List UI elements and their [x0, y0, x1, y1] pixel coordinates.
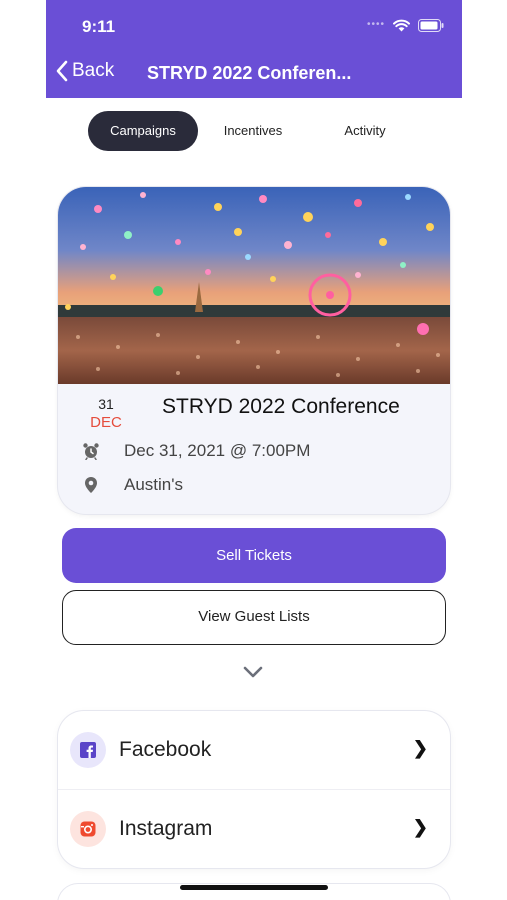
page-title: STRYD 2022 Conferen... — [147, 63, 352, 83]
nav-header: 9:11 •••• Back STRYD 2022 Conferen... — [46, 0, 462, 98]
event-datetime: Dec 31, 2021 @ 7:00PM — [124, 441, 311, 460]
social-row-instagram[interactable]: Instagram ❯ — [58, 789, 450, 868]
back-label: Back — [72, 60, 115, 81]
battery-icon — [418, 18, 444, 32]
view-guest-lists-button[interactable]: View Guest Lists — [62, 590, 446, 645]
instagram-icon — [70, 811, 106, 847]
segment-tabs: Campaigns Incentives Activity — [46, 111, 462, 151]
event-card[interactable]: 31 DEC STRYD 2022 Conference Dec 31, 202… — [58, 187, 450, 514]
status-time: 9:11 — [82, 17, 116, 36]
home-indicator[interactable] — [180, 885, 328, 890]
event-image — [58, 187, 450, 384]
event-title: STRYD 2022 Conference — [162, 395, 400, 418]
location-pin-icon — [82, 476, 100, 494]
wifi-icon — [393, 19, 410, 32]
chevron-right-icon: ❯ — [412, 817, 428, 837]
chevron-down-icon — [243, 666, 263, 678]
event-date-day: 31 — [98, 396, 114, 412]
tab-activity[interactable]: Activity — [310, 111, 420, 151]
event-date-month: DEC — [90, 414, 122, 431]
event-datetime-row: Dec 31, 2021 @ 7:00PM — [82, 441, 310, 460]
alarm-clock-icon — [82, 442, 100, 460]
back-button[interactable]: Back — [56, 60, 114, 82]
sell-tickets-button[interactable]: Sell Tickets — [62, 528, 446, 583]
facebook-icon — [70, 732, 106, 768]
chevron-left-icon — [56, 60, 68, 82]
status-icons: •••• — [367, 18, 444, 32]
social-label-facebook: Facebook — [119, 738, 212, 761]
tab-campaigns[interactable]: Campaigns — [88, 111, 198, 151]
social-row-facebook[interactable]: Facebook ❯ — [58, 711, 450, 789]
expand-button[interactable] — [242, 665, 264, 684]
event-location-row: Austin's — [82, 475, 183, 494]
chevron-right-icon: ❯ — [412, 738, 428, 758]
app-screen: 9:11 •••• Back STRYD 2022 Conferen... Ca… — [46, 0, 462, 900]
signal-icon: •••• — [366, 19, 385, 30]
tab-incentives[interactable]: Incentives — [198, 111, 308, 151]
social-links-card: Facebook ❯ Instagram ❯ — [58, 711, 450, 868]
event-location: Austin's — [124, 475, 183, 494]
social-label-instagram: Instagram — [119, 817, 213, 840]
